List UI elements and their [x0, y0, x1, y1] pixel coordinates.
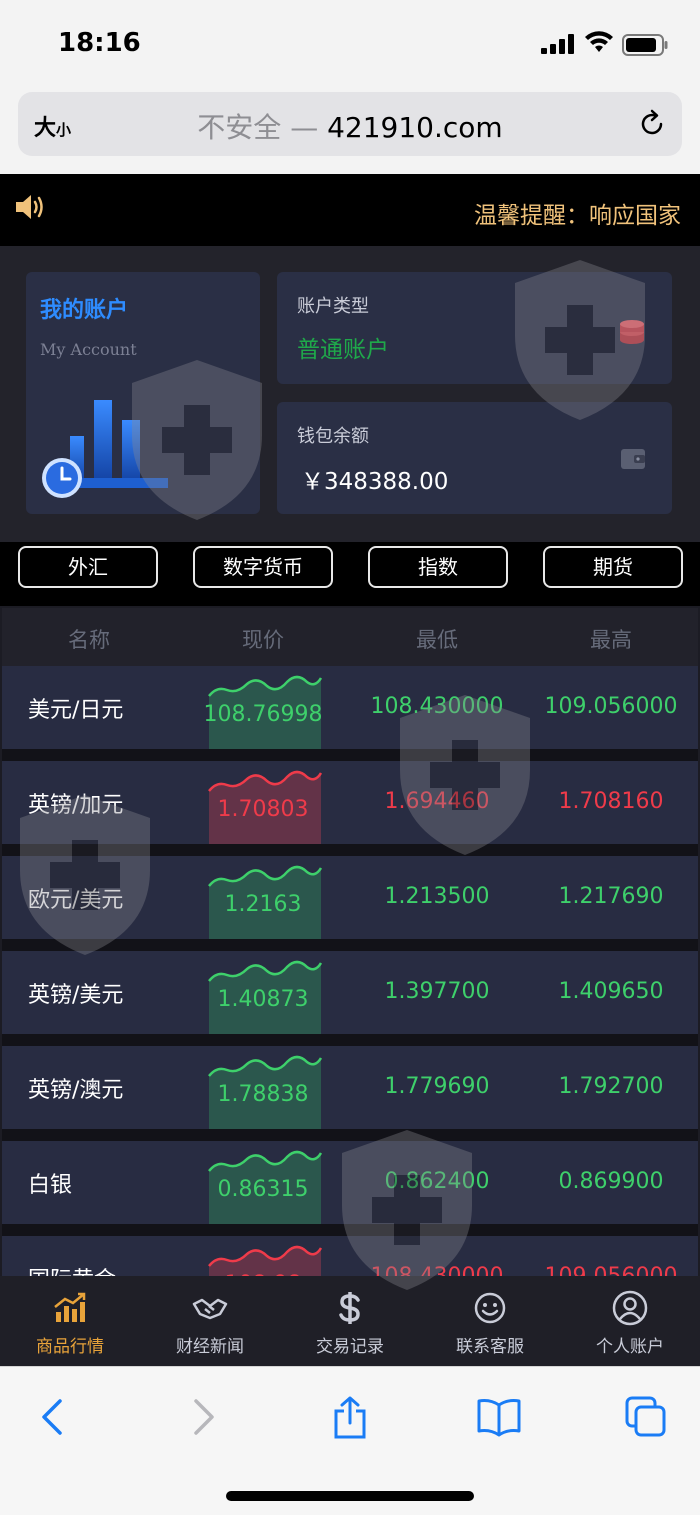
quote-table: 美元/日元 108.76998 108.430000 109.056000 英镑/加元 1…	[2, 666, 698, 1276]
nav-news-label: 财经新闻	[176, 1337, 244, 1357]
quote-price: 1.70803	[217, 797, 309, 822]
quote-price: 1.78838	[217, 1082, 309, 1107]
quote-high: 109.056000	[524, 1264, 698, 1276]
quote-low: 1.779690	[384, 1074, 490, 1099]
nav-profile-label: 个人账户	[596, 1337, 664, 1357]
my-account-card[interactable]: 我的账户 My Account	[26, 272, 260, 514]
browser-toolbar	[0, 1366, 700, 1515]
my-account-title: 我的账户	[40, 298, 129, 323]
nav-records[interactable]: 交易记录	[280, 1276, 420, 1366]
quote-row[interactable]: 欧元/美元 1.2163 1.213500 1.217690	[2, 856, 698, 939]
nav-support-label: 联系客服	[456, 1337, 524, 1357]
quote-name: 英镑/加元	[28, 793, 124, 818]
nav-profile[interactable]: 个人账户	[560, 1276, 700, 1366]
tabs-icon[interactable]	[624, 1395, 668, 1439]
quote-row[interactable]: 英镑/美元 1.40873 1.397700 1.409650	[2, 951, 698, 1034]
column-high-header: 最高	[590, 628, 632, 652]
wifi-icon	[585, 31, 613, 52]
web-page: 温馨提醒：响应国家 我的账户 My Account 账户类型 普通账户 钱包余额…	[0, 174, 700, 1366]
status-time: 18:16	[58, 28, 141, 58]
nav-market[interactable]: 商品行情	[0, 1276, 140, 1366]
quote-low: 1.694460	[384, 789, 490, 814]
back-icon[interactable]	[32, 1395, 72, 1439]
quote-price: 0.86315	[217, 1177, 309, 1202]
tab-index[interactable]: 指数	[368, 546, 508, 588]
share-icon[interactable]	[330, 1395, 370, 1439]
wallet-balance-card: 钱包余额 ￥348388.00	[277, 402, 672, 514]
quote-name: 白银	[28, 1173, 73, 1198]
quote-high: 1.708160	[558, 789, 664, 814]
quote-high: 109.056000	[544, 694, 678, 719]
quote-name: 欧元/美元	[28, 888, 124, 913]
speaker-icon	[16, 195, 43, 219]
notice-text: 温馨提醒：响应国家	[474, 203, 681, 229]
user-icon	[612, 1290, 648, 1326]
account-type-value: 普通账户	[297, 337, 389, 363]
nav-records-label: 交易记录	[316, 1337, 384, 1357]
address-bar[interactable]: 大小 不安全 — 421910.com	[18, 92, 682, 156]
handshake-icon	[192, 1298, 228, 1320]
bookmarks-icon[interactable]	[476, 1395, 522, 1439]
wallet-icon	[621, 449, 645, 469]
quote-row[interactable]: 国际黄金108.98108.430000109.056000	[2, 1236, 698, 1276]
forward-icon[interactable]	[184, 1395, 224, 1439]
insecure-label: 不安全 —	[197, 111, 319, 144]
nav-market-label: 商品行情	[36, 1337, 104, 1357]
wallet-balance-label: 钱包余额	[297, 426, 369, 447]
wallet-balance-value: ￥348388.00	[301, 469, 449, 495]
account-type-label: 账户类型	[297, 296, 369, 317]
quote-row[interactable]: 美元/日元 108.76998 108.430000 109.056000	[2, 666, 698, 749]
quote-name: 英镑/美元	[28, 983, 124, 1008]
quote-name: 国际黄金	[28, 1262, 116, 1276]
quote-price: 108.76998	[203, 702, 323, 727]
bar-chart-clock-icon	[42, 400, 168, 498]
quote-high: 1.409650	[558, 979, 664, 1004]
notice-bar: 温馨提醒：响应国家	[0, 174, 700, 246]
account-type-card: 账户类型 普通账户	[277, 272, 672, 384]
smiley-icon	[474, 1292, 506, 1324]
nav-support[interactable]: 联系客服	[420, 1276, 560, 1366]
domain-label: 421910.com	[327, 111, 503, 144]
quote-row[interactable]: 英镑/加元 1.70803 1.694460 1.708160	[2, 761, 698, 844]
tab-futures[interactable]: 期货	[543, 546, 683, 588]
home-indicator	[226, 1491, 474, 1501]
cellular-signal-icon	[541, 34, 574, 54]
column-low-header: 最低	[416, 628, 458, 652]
battery-icon	[622, 34, 668, 56]
nav-news[interactable]: 财经新闻	[140, 1276, 280, 1366]
account-section: 我的账户 My Account 账户类型 普通账户 钱包余额 ￥348388.0…	[0, 246, 700, 542]
quote-low: 108.430000	[350, 1264, 524, 1276]
quote-row[interactable]: 英镑/澳元 1.78838 1.779690 1.792700	[2, 1046, 698, 1129]
reload-icon[interactable]	[636, 108, 668, 140]
coins-icon	[620, 320, 644, 344]
my-account-subtitle: My Account	[40, 340, 137, 359]
column-price-header: 现价	[242, 628, 284, 652]
quote-high: 1.792700	[558, 1074, 664, 1099]
quote-row[interactable]: 白银 0.86315 0.862400 0.869900	[2, 1141, 698, 1224]
quote-price: 1.40873	[217, 987, 309, 1012]
market-tabs: 外汇 数字货币 指数 期货	[0, 542, 700, 606]
quote-table-header: 名称 现价 最低 最高	[2, 608, 698, 666]
quote-price: 1.2163	[224, 892, 302, 917]
chart-icon	[54, 1292, 86, 1322]
url-display[interactable]: 不安全 — 421910.com	[18, 106, 682, 146]
quote-low: 1.397700	[384, 979, 490, 1004]
quote-name: 美元/日元	[28, 698, 124, 723]
quote-low: 108.430000	[370, 694, 504, 719]
bottom-navigation: 商品行情 财经新闻 交易记录 联系客服 个人账户	[0, 1276, 700, 1366]
quote-high: 1.217690	[558, 884, 664, 909]
dollar-icon	[339, 1292, 360, 1324]
tab-forex[interactable]: 外汇	[18, 546, 158, 588]
quote-name: 英镑/澳元	[28, 1078, 124, 1103]
quote-low: 0.862400	[384, 1169, 490, 1194]
column-name-header: 名称	[68, 628, 110, 652]
sparkline	[208, 1245, 323, 1276]
quote-low: 1.213500	[384, 884, 490, 909]
tab-crypto[interactable]: 数字货币	[193, 546, 333, 588]
status-bar: 18:16	[0, 0, 700, 90]
quote-high: 0.869900	[558, 1169, 664, 1194]
